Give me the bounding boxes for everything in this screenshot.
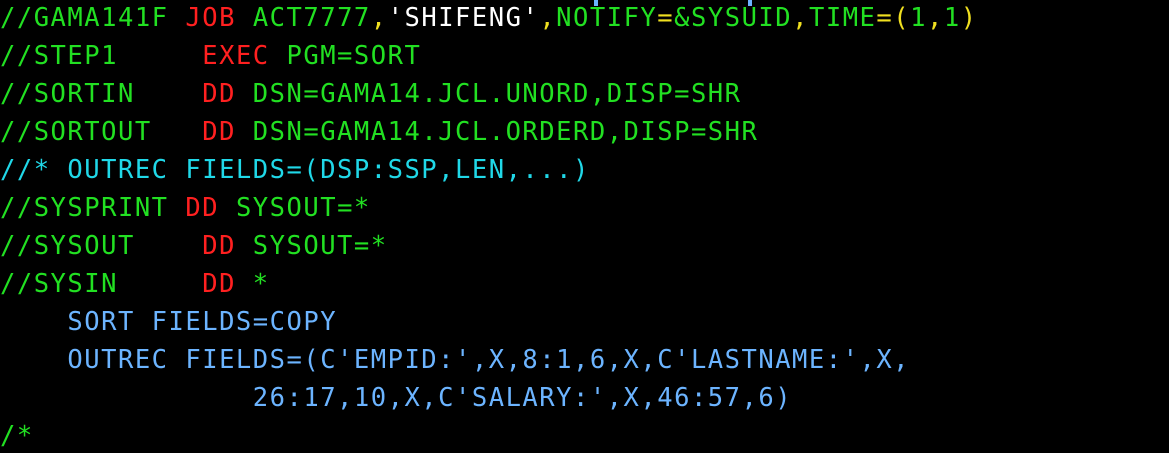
- code-token: DD: [202, 117, 253, 147]
- code-token: DD: [202, 269, 253, 299]
- step1-exec-line[interactable]: //STEP1 EXEC PGM=SORT: [0, 39, 421, 73]
- code-token: DD: [202, 231, 253, 261]
- code-token: OUTREC FIELDS=(C'EMPID:',X,8:1,6,X,C'LAS…: [0, 345, 911, 375]
- code-token: DD: [202, 79, 253, 109]
- code-token: //GAMA141F: [0, 3, 186, 33]
- outrec-continuation-line[interactable]: 26:17,10,X,C'SALARY:',X,46:57,6): [0, 381, 792, 415]
- terminal-screen[interactable]: //GAMA141F JOB ACT7777,'SHIFENG',NOTIFY=…: [0, 0, 1169, 451]
- code-token: =: [657, 3, 675, 33]
- code-token: ): [960, 3, 978, 33]
- sortin-dd-line[interactable]: //SORTIN DD DSN=GAMA14.JCL.UNORD,DISP=SH…: [0, 77, 742, 111]
- code-token: 'SHIFENG': [387, 3, 540, 33]
- code-token: &SYSUID: [674, 3, 793, 33]
- sort-fields-line[interactable]: SORT FIELDS=COPY: [0, 305, 337, 339]
- code-token: //SYSIN: [0, 269, 203, 299]
- code-token: ,: [926, 3, 944, 33]
- code-token: //SORTIN: [0, 79, 203, 109]
- code-token: ,: [792, 3, 809, 33]
- code-token: JOB: [185, 3, 253, 33]
- code-token: //* OUTREC FIELDS=(DSP:SSP,LEN,...): [0, 155, 590, 185]
- code-token: //SYSOUT: [0, 231, 203, 261]
- sysout-dd-line[interactable]: //SYSOUT DD SYSOUT=*: [0, 229, 388, 263]
- code-token: //SORTOUT: [0, 117, 203, 147]
- code-token: DD: [185, 193, 236, 223]
- code-token: PGM=SORT: [286, 41, 422, 71]
- code-token: SYSOUT=*: [252, 231, 388, 261]
- code-token: SYSOUT=*: [235, 193, 371, 223]
- end-of-data-line[interactable]: /*: [0, 419, 34, 453]
- code-token: NOTIFY: [556, 3, 658, 33]
- code-token: EXEC: [202, 41, 287, 71]
- code-token: =(: [876, 3, 911, 33]
- code-token: ,: [539, 3, 557, 33]
- code-token: *: [252, 269, 270, 299]
- sortout-dd-line[interactable]: //SORTOUT DD DSN=GAMA14.JCL.ORDERD,DISP=…: [0, 115, 758, 149]
- sysin-dd-line[interactable]: //SYSIN DD *: [0, 267, 270, 301]
- comment-line[interactable]: //* OUTREC FIELDS=(DSP:SSP,LEN,...): [0, 153, 590, 187]
- code-token: 1: [943, 3, 961, 33]
- outrec-fields-line[interactable]: OUTREC FIELDS=(C'EMPID:',X,8:1,6,X,C'LAS…: [0, 343, 910, 377]
- code-token: //SYSPRINT: [0, 193, 186, 223]
- sysprint-dd-line[interactable]: //SYSPRINT DD SYSOUT=*: [0, 191, 371, 225]
- code-token: DSN=GAMA14.JCL.UNORD,DISP=SHR: [252, 79, 742, 109]
- job-card-line[interactable]: //GAMA141F JOB ACT7777,'SHIFENG',NOTIFY=…: [0, 1, 978, 35]
- code-token: 1: [910, 3, 927, 33]
- code-token: ,: [370, 3, 388, 33]
- code-token: TIME: [808, 3, 877, 33]
- code-token: SORT FIELDS=COPY: [0, 307, 338, 337]
- code-token: 26:17,10,X,C'SALARY:',X,46:57,6): [0, 383, 793, 413]
- code-token: //STEP1: [0, 41, 203, 71]
- code-token: /*: [0, 421, 34, 451]
- code-token: DSN=GAMA14.JCL.ORDERD,DISP=SHR: [252, 117, 759, 147]
- code-token: ACT7777: [252, 3, 371, 33]
